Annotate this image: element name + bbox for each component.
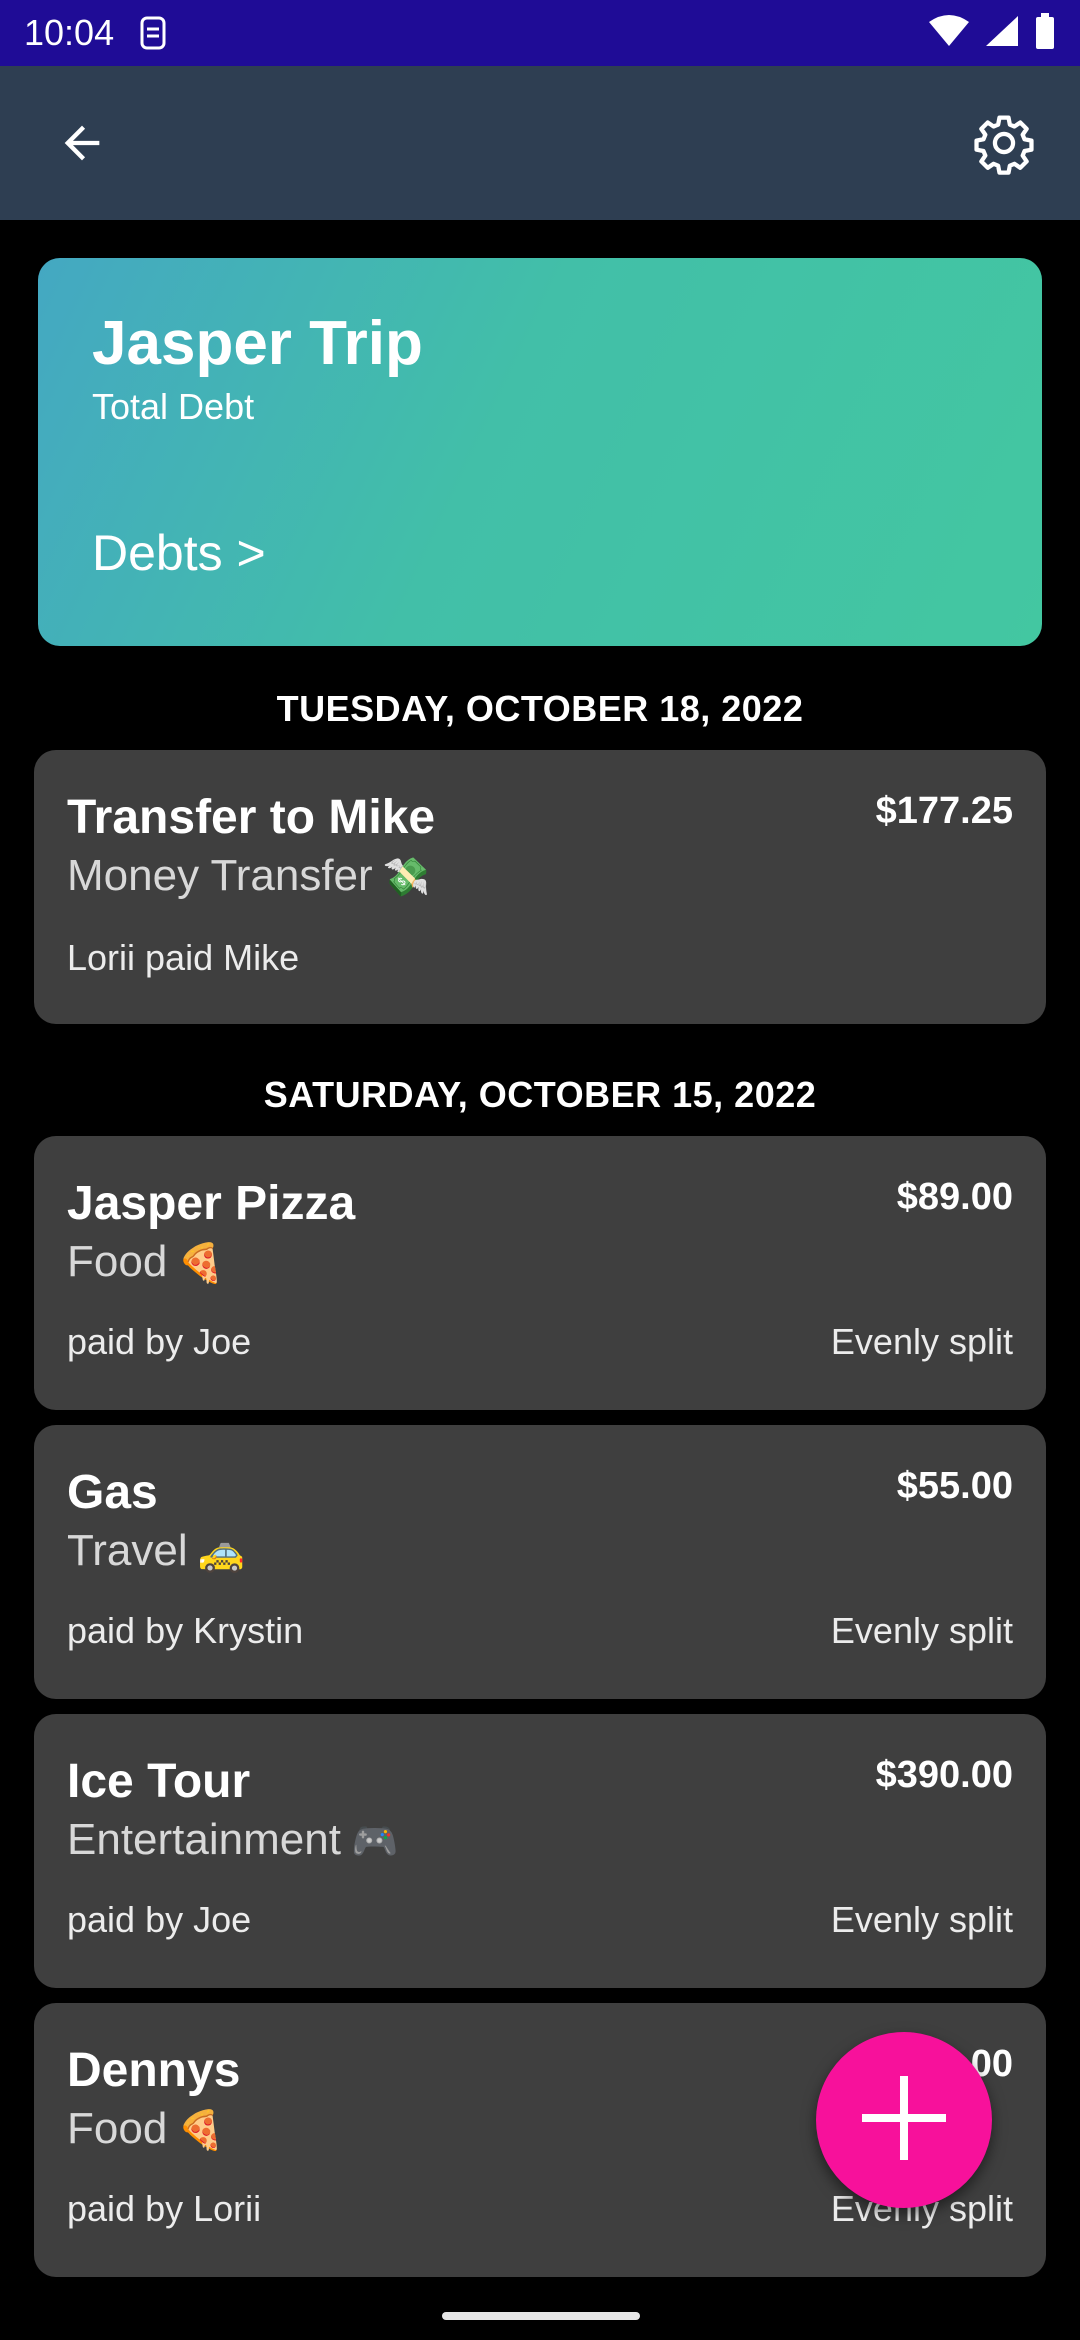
trip-summary-card[interactable]: Jasper Trip Total Debt Debts > (38, 258, 1042, 646)
expense-card[interactable]: Gas $55.00 Travel 🚕 paid by Krystin Evenl… (34, 1425, 1046, 1699)
expense-category: Entertainment 🎮 (67, 1815, 1013, 1865)
expense-card[interactable]: Ice Tour $390.00 Entertainment 🎮 paid by … (34, 1714, 1046, 1988)
status-bar: 10:04 (0, 0, 1080, 66)
gear-icon[interactable] (968, 107, 1040, 179)
pizza-icon: 🍕 (177, 1243, 225, 1285)
expense-card[interactable]: Transfer to Mike $177.25 Money Transfer 💸… (34, 750, 1046, 1024)
expense-payer: paid by Krystin (67, 1610, 304, 1651)
gesture-nav-handle[interactable] (442, 2312, 640, 2320)
expense-name: Gas (67, 1466, 158, 1519)
category-label: Entertainment (67, 1815, 341, 1864)
total-debt-label: Total Debt (92, 386, 255, 427)
expense-payer: Lorii paid Mike (67, 937, 300, 978)
gamepad-icon: 🎮 (350, 1821, 399, 1863)
money-icon: 💸 (382, 857, 431, 899)
expense-amount: $55.00 (896, 1465, 1013, 1507)
arrow-back-icon[interactable] (46, 107, 118, 179)
pizza-icon: 🍕 (177, 2110, 225, 2152)
add-expense-button[interactable] (816, 2032, 992, 2208)
expense-payer: paid by Lorii (67, 2188, 262, 2229)
expense-payer: paid by Joe (67, 1899, 252, 1940)
expense-payer: paid by Joe (67, 1321, 252, 1362)
expense-name: Ice Tour (67, 1755, 251, 1808)
status-time: 10:04 (24, 12, 115, 53)
expense-category: Food 🍕 (67, 1237, 1013, 1287)
category-label: Food (67, 1237, 168, 1286)
taxi-icon: 🚕 (197, 1532, 245, 1574)
expense-amount: $89.00 (896, 1176, 1013, 1218)
expense-card[interactable]: Jasper Pizza $89.00 Food 🍕 paid by Joe Ev… (34, 1136, 1046, 1410)
wifi-icon (928, 14, 970, 53)
expense-category: Travel 🚕 (67, 1526, 1013, 1576)
app-bar (0, 66, 1080, 220)
expense-split: Evenly split (830, 1321, 1013, 1362)
plus-icon (856, 2070, 952, 2171)
battery-icon (1034, 12, 1056, 54)
debts-link[interactable]: Debts > (92, 524, 988, 582)
date-header: TUESDAY, OCTOBER 18, 2022 (276, 688, 804, 729)
category-label: Food (67, 2104, 168, 2153)
date-header: SATURDAY, OCTOBER 15, 2022 (263, 1074, 817, 1115)
signal-icon (984, 14, 1020, 53)
expense-split: Evenly split (830, 1610, 1013, 1651)
expense-name: Jasper Pizza (67, 1177, 356, 1230)
category-label: Travel (67, 1526, 188, 1575)
expense-category: Money Transfer 💸 (67, 851, 1013, 901)
sim-icon (138, 15, 168, 51)
expense-amount: $390.00 (875, 1754, 1013, 1796)
category-label: Money Transfer (67, 851, 373, 900)
expense-split: Evenly split (830, 1899, 1013, 1940)
expense-amount: $177.25 (875, 790, 1013, 832)
trip-title: Jasper Trip (92, 309, 423, 378)
expense-name: Transfer to Mike (67, 791, 436, 844)
